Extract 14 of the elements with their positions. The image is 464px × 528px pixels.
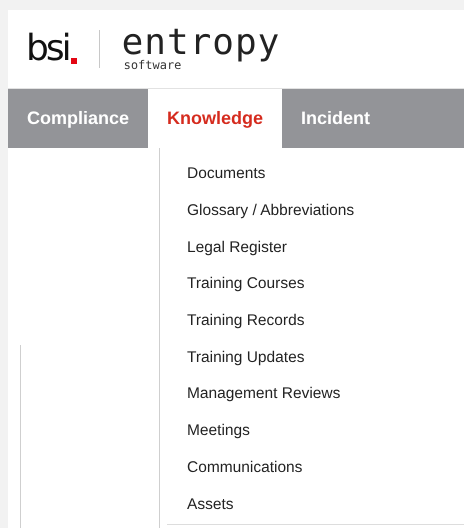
menu-item[interactable]: Training Updates [160,339,464,376]
product-logo: entropy [122,26,280,60]
product-tagline: software [124,59,182,72]
menu-item[interactable]: Documents [160,156,464,193]
menu-item[interactable]: Assets [160,486,464,523]
menu-item[interactable]: Meetings [160,412,464,450]
menu-item[interactable]: Glossary / Abbreviations [160,192,464,230]
menu-item[interactable]: Management Reviews [160,376,464,413]
nav-tab[interactable]: Knowledge [148,89,282,148]
menu-item[interactable]: Training Records [160,302,464,340]
menu-item[interactable]: Training Courses [160,266,464,303]
menu-item[interactable]: Communications [160,450,464,486]
brand-logo: bsi [26,31,77,67]
menu-item[interactable]: Legal Register [160,229,464,266]
